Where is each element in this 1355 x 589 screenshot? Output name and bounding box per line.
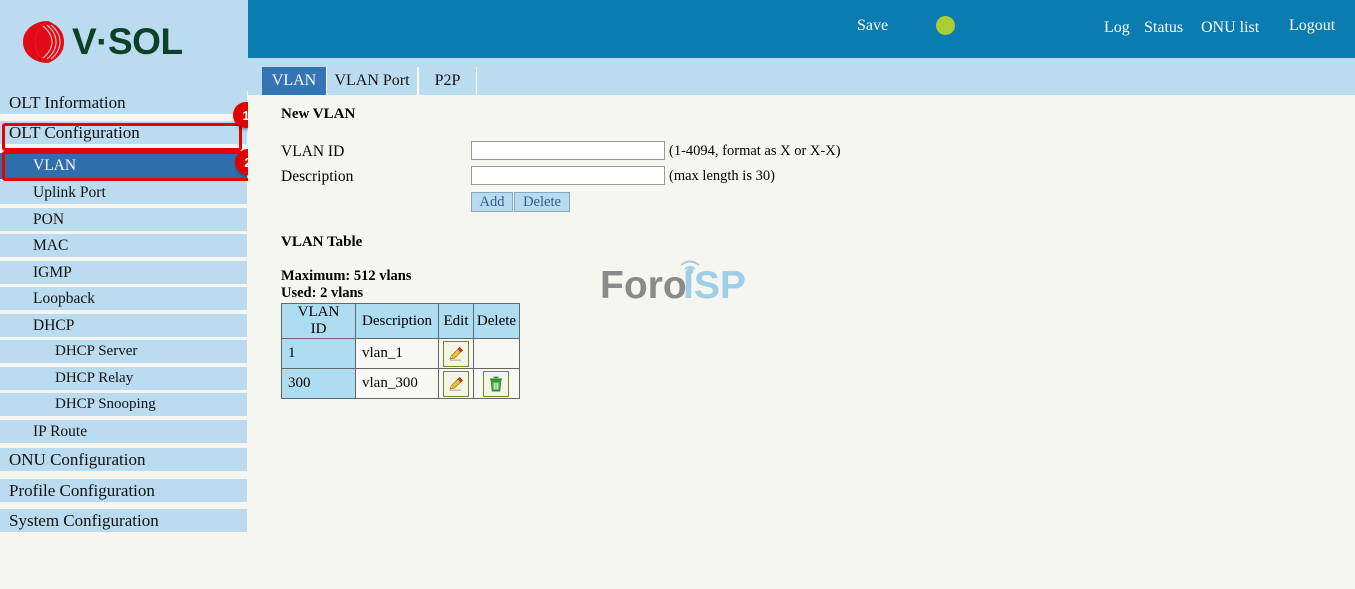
- delete-button[interactable]: Delete: [514, 192, 570, 212]
- log-link[interactable]: Log: [1104, 19, 1130, 37]
- description-input[interactable]: [471, 166, 665, 185]
- brand-logo-panel: V·SOL: [0, 0, 248, 91]
- vlan-id-label: VLAN ID: [281, 143, 345, 160]
- main-content: Foro ISP New VLAN VLAN ID (1-4094, forma…: [248, 95, 1355, 589]
- sidebar-item-dhcp[interactable]: DHCP: [0, 314, 247, 337]
- sidebar-item-profile-configuration[interactable]: Profile Configuration: [0, 479, 247, 502]
- svg-text:Foro: Foro: [600, 264, 687, 307]
- sidebar-item-dhcp-relay[interactable]: DHCP Relay: [0, 367, 247, 390]
- cell-edit: [437, 368, 474, 399]
- sidebar-item-vlan[interactable]: VLAN: [0, 153, 247, 179]
- tab-bar: VLAN VLAN Port P2P: [248, 58, 1355, 95]
- tab-vlan-port[interactable]: VLAN Port: [326, 67, 418, 95]
- column-header-description: Description: [355, 303, 439, 339]
- cell-vlan-id: 1: [281, 338, 356, 369]
- description-hint: (max length is 30): [669, 168, 775, 184]
- cell-edit: [437, 338, 474, 369]
- cell-description: vlan_1: [355, 338, 439, 369]
- new-vlan-heading: New VLAN: [281, 106, 356, 122]
- svg-text:ISP: ISP: [683, 264, 746, 307]
- sidebar-item-olt-information[interactable]: OLT Information: [0, 91, 247, 114]
- description-label: Description: [281, 168, 354, 185]
- sidebar-item-dhcp-snooping[interactable]: DHCP Snooping: [0, 393, 247, 416]
- sidebar-nav: OLT Information OLT Configuration VLAN U…: [0, 91, 248, 539]
- tab-p2p[interactable]: P2P: [418, 67, 477, 95]
- cell-vlan-id: 300: [281, 368, 356, 399]
- logout-link[interactable]: Logout: [1289, 17, 1335, 35]
- pencil-edit-icon[interactable]: [442, 340, 469, 367]
- table-header-row: VLAN ID Description Edit Delete: [281, 303, 520, 339]
- sidebar-item-system-configuration[interactable]: System Configuration: [0, 509, 247, 532]
- sidebar-item-dhcp-server[interactable]: DHCP Server: [0, 340, 247, 363]
- sidebar-item-olt-configuration[interactable]: OLT Configuration: [0, 121, 247, 144]
- sidebar-item-loopback[interactable]: Loopback: [0, 287, 247, 310]
- sidebar-item-mac[interactable]: MAC: [0, 234, 247, 257]
- tab-vlan[interactable]: VLAN: [262, 67, 326, 95]
- brand-logo: V·SOL: [18, 18, 183, 66]
- save-button[interactable]: Save: [857, 17, 888, 35]
- foroisp-watermark: Foro ISP: [600, 260, 746, 307]
- vlan-id-hint: (1-4094, format as X or X-X): [669, 143, 841, 159]
- add-button[interactable]: Add: [471, 192, 513, 212]
- table-row: 1 vlan_1: [281, 338, 520, 369]
- trash-delete-icon[interactable]: [483, 370, 510, 397]
- used-vlans-text: Used: 2 vlans: [281, 285, 364, 301]
- olt-web-ui: V·SOL Save Log Status ONU list Logout VL…: [0, 0, 1355, 589]
- sidebar-item-ip-route[interactable]: IP Route: [0, 420, 247, 443]
- vsol-swirl-icon: [23, 21, 64, 63]
- brand-name: V·SOL: [72, 21, 183, 62]
- column-header-delete: Delete: [472, 303, 520, 339]
- onu-list-link[interactable]: ONU list: [1201, 19, 1259, 37]
- sidebar-item-pon[interactable]: PON: [0, 208, 247, 231]
- cell-delete-empty: [472, 338, 520, 369]
- vlan-table: VLAN ID Description Edit Delete 1 vlan_1: [281, 303, 520, 399]
- status-link[interactable]: Status: [1144, 19, 1183, 37]
- pencil-edit-icon[interactable]: [442, 370, 469, 397]
- vlan-table-heading: VLAN Table: [281, 234, 363, 250]
- column-header-edit: Edit: [437, 303, 474, 339]
- maximum-vlans-text: Maximum: 512 vlans: [281, 268, 412, 284]
- cell-description: vlan_300: [355, 368, 439, 399]
- sidebar-item-igmp[interactable]: IGMP: [0, 261, 247, 284]
- column-header-vlan-id: VLAN ID: [281, 303, 356, 339]
- top-header-bar: Save Log Status ONU list Logout: [248, 0, 1355, 58]
- cell-delete: [472, 368, 520, 399]
- sidebar-item-uplink-port[interactable]: Uplink Port: [0, 181, 247, 204]
- sidebar-item-onu-configuration[interactable]: ONU Configuration: [0, 448, 247, 471]
- connection-status-indicator: [936, 16, 955, 35]
- table-row: 300 vlan_300: [281, 368, 520, 399]
- vlan-id-input[interactable]: [471, 141, 665, 160]
